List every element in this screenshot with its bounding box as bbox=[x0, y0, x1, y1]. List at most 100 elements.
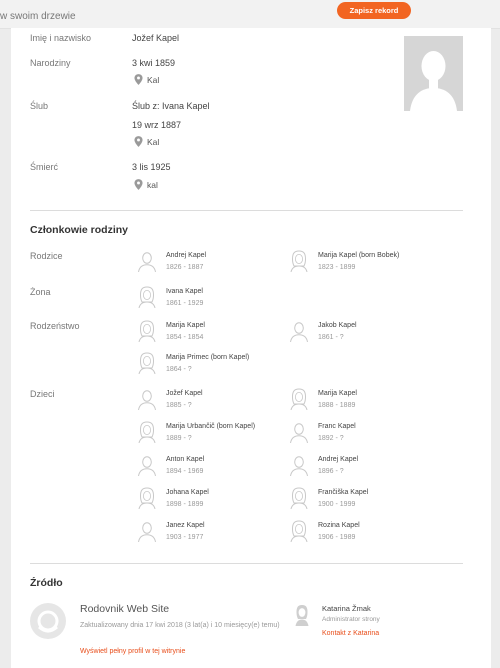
death-date: 3 lis 1925 bbox=[132, 162, 171, 172]
family-member-dates: 1885 - ? bbox=[166, 402, 192, 409]
family-member-dates: 1894 - 1969 bbox=[166, 468, 204, 475]
birth-place-text: Kal bbox=[147, 74, 160, 85]
family-member-name[interactable]: Frančiška Kapel bbox=[318, 488, 368, 497]
family-member-name[interactable]: Rozina Kapel bbox=[318, 521, 360, 530]
family-member-spouse[interactable]: Ivana Kapel 1861 - 1929 bbox=[137, 286, 204, 309]
record-card bbox=[11, 28, 491, 668]
family-member-children[interactable]: Johana Kapel 1898 - 1899 bbox=[137, 487, 209, 510]
spouse-label: Żona bbox=[30, 287, 51, 297]
siblings-label: Rodzeństwo bbox=[30, 321, 80, 331]
family-member-name[interactable]: Jakob Kapel bbox=[318, 321, 357, 330]
male-avatar-icon bbox=[289, 320, 309, 343]
map-pin-icon bbox=[134, 74, 143, 85]
top-bar: w swoim drzewie Zapisz rekord bbox=[0, 0, 500, 29]
family-member-name[interactable]: Marija Primec (born Kapel) bbox=[166, 353, 249, 362]
profile-photo-placeholder[interactable] bbox=[404, 36, 463, 111]
family-member-name[interactable]: Anton Kapel bbox=[166, 455, 204, 464]
family-member-dates: 1861 - 1929 bbox=[166, 300, 204, 307]
family-member-dates: 1861 - ? bbox=[318, 334, 344, 341]
family-member-dates: 1906 - 1989 bbox=[318, 534, 356, 541]
family-member-children[interactable]: Anton Kapel 1894 - 1969 bbox=[137, 454, 204, 477]
family-member-dates: 1903 - 1977 bbox=[166, 534, 204, 541]
site-logo-icon bbox=[31, 604, 65, 638]
name-label: Imię i nazwisko bbox=[30, 33, 92, 43]
header-title: w swoim drzewie bbox=[0, 11, 76, 22]
female-avatar-icon bbox=[137, 286, 157, 309]
family-member-siblings[interactable]: Marija Kapel 1854 - 1854 bbox=[137, 320, 205, 343]
family-member-siblings[interactable]: Jakob Kapel 1861 - ? bbox=[289, 320, 357, 343]
female-avatar-icon bbox=[137, 487, 157, 510]
family-member-name[interactable]: Ivana Kapel bbox=[166, 287, 203, 296]
marriage-label: Ślub bbox=[30, 101, 49, 111]
family-member-name[interactable]: Jožef Kapel bbox=[166, 389, 203, 398]
family-member-parents[interactable]: Marija Kapel (born Bobek) 1823 - 1899 bbox=[289, 250, 399, 273]
parents-label: Rodzice bbox=[30, 251, 63, 261]
female-avatar-icon bbox=[295, 605, 309, 626]
site-logo[interactable] bbox=[30, 603, 66, 639]
family-member-name[interactable]: Marija Kapel bbox=[318, 389, 357, 398]
family-member-children[interactable]: Rozina Kapel 1906 - 1989 bbox=[289, 520, 360, 543]
family-member-dates: 1896 - ? bbox=[318, 468, 344, 475]
death-label: Śmierć bbox=[30, 162, 59, 172]
female-avatar-icon bbox=[289, 388, 309, 411]
male-avatar-icon bbox=[137, 250, 157, 273]
male-avatar-icon bbox=[289, 454, 309, 477]
marriage-date: 19 wrz 1887 bbox=[132, 120, 182, 130]
family-member-dates: 1898 - 1899 bbox=[166, 501, 204, 508]
birth-label: Narodziny bbox=[30, 58, 71, 68]
family-member-children[interactable]: Jožef Kapel 1885 - ? bbox=[137, 388, 203, 411]
female-avatar-icon bbox=[137, 421, 157, 444]
family-member-children[interactable]: Janez Kapel 1903 - 1977 bbox=[137, 521, 205, 543]
name-value: Jožef Kapel bbox=[132, 33, 180, 43]
death-place-text: kal bbox=[147, 179, 158, 190]
family-member-name[interactable]: Janez Kapel bbox=[166, 521, 205, 530]
male-avatar-icon bbox=[137, 388, 157, 411]
map-pin-icon bbox=[134, 179, 143, 190]
source-section-title: Źródło bbox=[30, 577, 63, 589]
family-member-children[interactable]: Franc Kapel 1892 - ? bbox=[289, 421, 356, 444]
male-silhouette-icon bbox=[404, 36, 463, 111]
family-member-name[interactable]: Andrej Kapel bbox=[166, 251, 206, 260]
divider bbox=[30, 210, 463, 211]
family-member-dates: 1864 - ? bbox=[166, 366, 192, 373]
children-label: Dzieci bbox=[30, 389, 55, 399]
family-member-children[interactable]: Andrej Kapel 1896 - ? bbox=[289, 454, 358, 477]
birth-place: Kal bbox=[134, 74, 159, 85]
family-member-dates: 1889 - ? bbox=[166, 435, 192, 442]
marriage-place-text: Kal bbox=[147, 136, 160, 147]
marriage-place: Kal bbox=[134, 136, 159, 147]
divider bbox=[30, 563, 463, 564]
family-member-name[interactable]: Franc Kapel bbox=[318, 422, 356, 431]
birth-date: 3 kwi 1859 bbox=[132, 58, 176, 68]
map-pin-icon bbox=[134, 136, 143, 147]
save-record-button[interactable]: Zapisz rekord bbox=[337, 2, 411, 19]
family-member-children[interactable]: Marija Kapel 1888 - 1889 bbox=[289, 388, 357, 411]
female-avatar-icon bbox=[137, 352, 157, 375]
family-member-name[interactable]: Marija Kapel (born Bobek) bbox=[318, 251, 399, 260]
family-member-dates: 1900 - 1999 bbox=[318, 501, 356, 508]
female-avatar-icon bbox=[289, 250, 309, 273]
family-member-children[interactable]: Marija Urbančič (born Kapel) 1889 - ? bbox=[137, 421, 255, 444]
family-section-title: Członkowie rodziny bbox=[30, 224, 129, 236]
death-place: kal bbox=[134, 179, 158, 190]
family-member-children[interactable]: Frančiška Kapel 1900 - 1999 bbox=[289, 487, 368, 510]
family-member-dates: 1888 - 1889 bbox=[318, 402, 356, 409]
male-avatar-icon bbox=[137, 454, 157, 477]
family-member-name[interactable]: Marija Urbančič (born Kapel) bbox=[166, 422, 255, 431]
source-site-name[interactable]: Rodovnik Web Site bbox=[80, 603, 169, 615]
view-full-profile-link[interactable]: Wyświetl pełny profil w tej witrynie bbox=[80, 648, 185, 655]
family-member-siblings[interactable]: Marija Primec (born Kapel) 1864 - ? bbox=[137, 352, 249, 375]
family-member-name[interactable]: Andrej Kapel bbox=[318, 455, 358, 464]
female-avatar-icon bbox=[289, 487, 309, 510]
family-member-parents[interactable]: Andrej Kapel 1826 - 1887 bbox=[137, 250, 206, 273]
family-member-dates: 1826 - 1887 bbox=[166, 264, 204, 271]
family-member-dates: 1854 - 1854 bbox=[166, 334, 204, 341]
contact-manager-link[interactable]: Kontakt z Katarina bbox=[322, 630, 379, 637]
family-member-name[interactable]: Marija Kapel bbox=[166, 321, 205, 330]
male-avatar-icon bbox=[289, 421, 309, 444]
female-avatar-icon bbox=[289, 520, 309, 543]
female-avatar-icon bbox=[137, 320, 157, 343]
family-member-name[interactable]: Johana Kapel bbox=[166, 488, 209, 497]
family-member-dates: 1892 - ? bbox=[318, 435, 344, 442]
site-manager-name[interactable]: Katarina Žmak bbox=[322, 604, 371, 613]
